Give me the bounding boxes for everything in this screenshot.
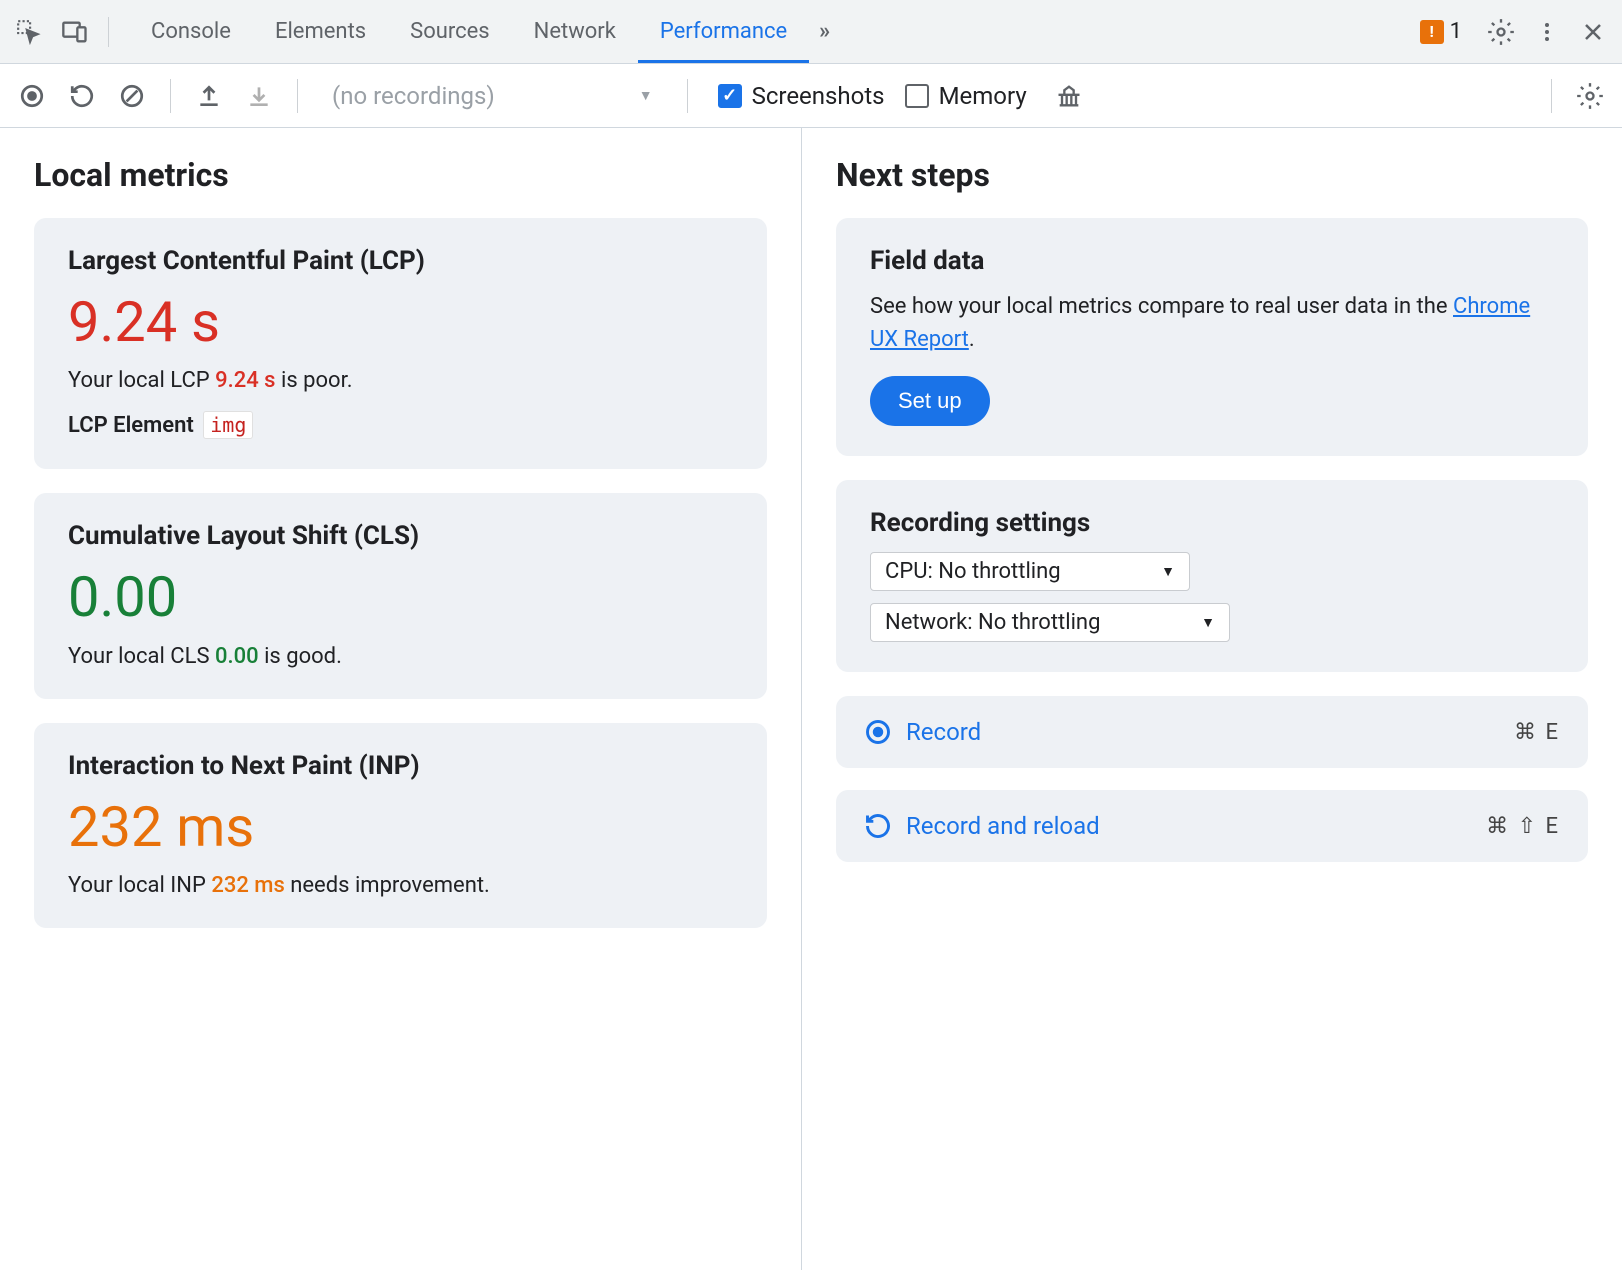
divider <box>108 17 109 47</box>
lcp-element-row: LCP Element img <box>68 411 733 439</box>
record-reload-action[interactable]: Record and reload ⌘ ⇧ E <box>836 790 1588 862</box>
tab-elements[interactable]: Elements <box>253 1 388 63</box>
setup-button[interactable]: Set up <box>870 376 990 426</box>
chevron-down-icon: ▼ <box>639 87 653 104</box>
tab-network[interactable]: Network <box>512 1 638 63</box>
settings-icon[interactable] <box>1480 11 1522 53</box>
inspect-element-icon[interactable] <box>8 11 50 53</box>
cpu-throttling-value: CPU: No throttling <box>885 559 1061 584</box>
cls-sub-value: 0.00 <box>215 644 259 669</box>
record-icon[interactable] <box>10 74 54 118</box>
issues-count: 1 <box>1450 19 1462 44</box>
memory-checkbox[interactable]: Memory <box>905 82 1027 110</box>
clear-icon[interactable] <box>110 74 154 118</box>
tabs-overflow-icon[interactable]: » <box>809 1 840 63</box>
inp-subtext: Your local INP 232 ms needs improvement. <box>68 873 733 898</box>
kebab-menu-icon[interactable] <box>1526 11 1568 53</box>
lcp-sub-value: 9.24 s <box>215 368 275 393</box>
download-icon[interactable] <box>237 74 281 118</box>
reload-icon[interactable] <box>60 74 104 118</box>
inp-sub-suffix: needs improvement. <box>285 873 490 898</box>
panel-settings-icon[interactable] <box>1568 74 1612 118</box>
tab-sources[interactable]: Sources <box>388 1 512 63</box>
screenshots-label: Screenshots <box>752 82 885 110</box>
devtools-tabbar: Console Elements Sources Network Perform… <box>0 0 1622 64</box>
field-data-title: Field data <box>870 246 1554 276</box>
lcp-element-tag[interactable]: img <box>203 411 253 439</box>
recordings-dropdown[interactable]: (no recordings) ▼ <box>314 82 671 110</box>
tab-list: Console Elements Sources Network Perform… <box>129 1 840 63</box>
network-throttling-value: Network: No throttling <box>885 610 1100 635</box>
close-icon[interactable] <box>1572 11 1614 53</box>
recordings-label: (no recordings) <box>332 82 495 110</box>
lcp-element-label: LCP Element <box>68 413 194 438</box>
tab-performance[interactable]: Performance <box>638 1 809 63</box>
record-label: Record <box>906 718 981 746</box>
field-data-desc-suffix: . <box>969 327 975 352</box>
recording-settings-title: Recording settings <box>870 508 1554 538</box>
record-shortcut: ⌘ E <box>1514 720 1560 745</box>
collect-garbage-icon[interactable] <box>1047 74 1091 118</box>
recording-settings-card: Recording settings CPU: No throttling ▼ … <box>836 480 1588 672</box>
divider <box>1551 79 1552 113</box>
issues-badge[interactable]: ! 1 <box>1420 19 1462 44</box>
field-data-card: Field data See how your local metrics co… <box>836 218 1588 456</box>
cls-value: 0.00 <box>68 565 733 629</box>
checkbox-unchecked-icon <box>905 84 929 108</box>
cls-card: Cumulative Layout Shift (CLS) 0.00 Your … <box>34 493 767 698</box>
local-metrics-column: Local metrics Largest Contentful Paint (… <box>0 128 802 1270</box>
record-reload-shortcut: ⌘ ⇧ E <box>1486 814 1560 839</box>
cls-sub-prefix: Your local CLS <box>68 644 215 669</box>
record-action-left: Record <box>864 718 981 746</box>
next-steps-column: Next steps Field data See how your local… <box>802 128 1622 1270</box>
lcp-sub-prefix: Your local LCP <box>68 368 215 393</box>
main-content: Local metrics Largest Contentful Paint (… <box>0 128 1622 1270</box>
record-reload-label: Record and reload <box>906 812 1100 840</box>
tab-console[interactable]: Console <box>129 1 253 63</box>
lcp-sub-suffix: is poor. <box>276 368 353 393</box>
field-data-desc-prefix: See how your local metrics compare to re… <box>870 294 1453 319</box>
reload-icon <box>864 812 892 840</box>
inp-title: Interaction to Next Paint (INP) <box>68 751 733 781</box>
divider <box>687 79 688 113</box>
memory-label: Memory <box>939 82 1027 110</box>
device-toolbar-icon[interactable] <box>54 11 96 53</box>
record-action[interactable]: Record ⌘ E <box>836 696 1588 768</box>
warning-icon: ! <box>1420 20 1444 44</box>
chevron-down-icon: ▼ <box>1201 614 1215 631</box>
inp-card: Interaction to Next Paint (INP) 232 ms Y… <box>34 723 767 928</box>
field-data-desc: See how your local metrics compare to re… <box>870 290 1554 356</box>
local-metrics-title: Local metrics <box>34 156 767 194</box>
inp-value: 232 ms <box>68 795 733 859</box>
network-throttling-select[interactable]: Network: No throttling ▼ <box>870 603 1230 642</box>
cls-sub-suffix: is good. <box>259 644 342 669</box>
cpu-throttling-select[interactable]: CPU: No throttling ▼ <box>870 552 1190 591</box>
divider <box>297 79 298 113</box>
chevron-down-icon: ▼ <box>1161 563 1175 580</box>
inp-sub-prefix: Your local INP <box>68 873 211 898</box>
upload-icon[interactable] <box>187 74 231 118</box>
cls-title: Cumulative Layout Shift (CLS) <box>68 521 733 551</box>
checkbox-checked-icon <box>718 84 742 108</box>
next-steps-title: Next steps <box>836 156 1588 194</box>
screenshots-checkbox[interactable]: Screenshots <box>718 82 885 110</box>
performance-toolbar: (no recordings) ▼ Screenshots Memory <box>0 64 1622 128</box>
record-icon <box>864 718 892 746</box>
record-reload-action-left: Record and reload <box>864 812 1100 840</box>
inp-sub-value: 232 ms <box>211 873 284 898</box>
divider <box>170 79 171 113</box>
cls-subtext: Your local CLS 0.00 is good. <box>68 644 733 669</box>
lcp-subtext: Your local LCP 9.24 s is poor. <box>68 368 733 393</box>
lcp-title: Largest Contentful Paint (LCP) <box>68 246 733 276</box>
lcp-card: Largest Contentful Paint (LCP) 9.24 s Yo… <box>34 218 767 469</box>
lcp-value: 9.24 s <box>68 290 733 354</box>
